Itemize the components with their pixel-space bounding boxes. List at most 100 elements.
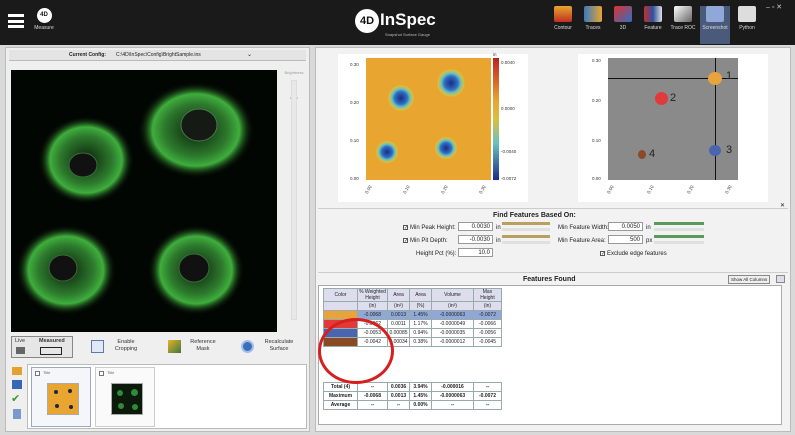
enable-cropping-button[interactable]: Enable Cropping xyxy=(89,336,149,358)
column-header[interactable]: Color xyxy=(323,288,358,302)
table-cell: -0.0000012 xyxy=(431,337,474,347)
minimize-button[interactable]: – xyxy=(766,4,770,11)
open-folder-icon[interactable] xyxy=(12,367,22,375)
table-cell: 0.0011 xyxy=(387,319,410,329)
camera-image[interactable] xyxy=(11,70,277,332)
summary-cell: -- xyxy=(431,400,474,410)
column-header[interactable]: % Weighted Height xyxy=(357,288,388,302)
y-tick: 0.20 xyxy=(350,100,359,105)
thumbnail-2[interactable]: Title xyxy=(95,367,155,427)
x-tick: 0.00 xyxy=(364,184,373,195)
colorbar-unit: in xyxy=(493,52,497,57)
config-bar: Current Config: C:\4D\InSpec\Config\Brig… xyxy=(9,50,306,61)
min-peak-height-field[interactable]: 0.0030 xyxy=(458,222,493,231)
recalculate-icon xyxy=(241,340,254,353)
reference-mask-icon xyxy=(168,340,181,353)
column-header[interactable]: Area xyxy=(387,288,410,302)
live-measured-toggle[interactable]: Live Measured xyxy=(11,336,73,358)
contour-map-svg xyxy=(375,68,466,164)
table-cell: -0.0000063 xyxy=(431,310,474,320)
contour-plot[interactable]: in 0.0040 0.0000 -0.0040 -0.0072 0.30 0.… xyxy=(338,52,528,202)
column-unit: (in) xyxy=(473,301,502,311)
x-tick: 0.10 xyxy=(646,184,655,195)
close-button[interactable]: ✕ xyxy=(776,4,782,11)
min-feature-width-label: Min Feature Width: xyxy=(558,225,609,231)
column-unit xyxy=(323,301,358,311)
recalculate-surface-button[interactable]: Recalculate Surface xyxy=(239,336,303,358)
unit-in-label: in xyxy=(496,238,501,244)
min-pit-depth-checkbox[interactable]: ✓ xyxy=(403,238,408,244)
restore-button[interactable]: ▫ xyxy=(772,4,774,11)
toolbar-contour-button[interactable]: Contour xyxy=(548,6,578,44)
config-dropdown-chevron-icon[interactable]: ⌄ xyxy=(247,51,252,58)
thumbnail-1[interactable]: Title xyxy=(31,367,91,427)
summary-row: Maximum -0.0068 0.0013 1.45% -0.0000063 -0.00… xyxy=(323,391,502,401)
summary-cell: -- xyxy=(357,382,388,392)
toolbar-traces-button[interactable]: Traces xyxy=(578,6,608,44)
video-camera-icon xyxy=(16,347,25,354)
summary-cell: -- xyxy=(357,400,388,410)
table-cell: 1.17% xyxy=(409,319,432,329)
unit-in-label: in xyxy=(496,225,501,231)
reference-mask-button[interactable]: Reference Mask xyxy=(166,336,228,358)
table-cell: -0.0000049 xyxy=(431,319,474,329)
min-feature-area-label: Min Feature Area: xyxy=(558,238,606,244)
y-tick: 0.20 xyxy=(592,98,601,103)
toolbar-python-button[interactable]: Python xyxy=(732,6,762,44)
column-chooser-icon[interactable] xyxy=(776,275,785,283)
min-feature-area-field[interactable]: 500 xyxy=(608,235,643,244)
contour-map xyxy=(366,58,491,180)
toolbar-label: Screenshot xyxy=(702,25,728,31)
file-tools: ✔ xyxy=(11,366,25,428)
summary-cell: -0.0072 xyxy=(473,391,502,401)
thumbnail-2-checkbox[interactable] xyxy=(99,371,104,376)
config-path[interactable]: C:\4D\InSpec\Config\BrightSample.ins xyxy=(116,52,201,58)
brightness-track[interactable] xyxy=(291,80,297,320)
film-strip-icon xyxy=(40,347,62,355)
measure-button[interactable]: 4D Measure xyxy=(32,8,56,40)
min-feature-width-slider[interactable] xyxy=(654,222,704,231)
toolbar-3d-button[interactable]: 3D xyxy=(608,6,638,44)
min-peak-height-slider[interactable] xyxy=(502,222,550,231)
feature-marker-4[interactable] xyxy=(638,150,646,159)
min-feature-area-slider[interactable] xyxy=(654,235,704,244)
thumbnail-1-checkbox[interactable] xyxy=(35,371,40,376)
column-header[interactable]: Volume xyxy=(431,288,474,302)
feature-map-plot[interactable]: 1 2 3 4 0.30 0.20 0.10 0.00 0.00 0.10 0.… xyxy=(578,54,768,202)
toolbar-feature-button[interactable]: Feature xyxy=(638,6,668,44)
min-peak-height-checkbox[interactable]: ✓ xyxy=(403,225,408,231)
cropping-checkbox-icon xyxy=(91,340,104,353)
min-pit-depth-slider[interactable] xyxy=(502,235,550,244)
column-header[interactable]: Max Height xyxy=(473,288,502,302)
feature-map-area: 1 2 3 4 xyxy=(608,58,738,180)
table-cell: 0.38% xyxy=(409,337,432,347)
exclude-edge-label: Exclude edge features xyxy=(607,251,667,257)
summary-cell: -0.000016 xyxy=(431,382,474,392)
x-tick: 0.30 xyxy=(724,184,733,195)
show-all-columns-button[interactable]: Show All Columns xyxy=(728,275,771,284)
brightness-slider[interactable]: Brightness Auto xyxy=(283,70,305,332)
toolbar-trace-roc-button[interactable]: Trace ROC xyxy=(668,6,698,44)
exclude-edge-checkbox[interactable]: ✓ xyxy=(600,251,605,257)
check-icon[interactable]: ✔ xyxy=(11,394,25,405)
feature-marker-3[interactable] xyxy=(709,145,721,156)
measured-label[interactable]: Measured xyxy=(39,338,65,344)
min-feature-width-field[interactable]: 0.0050 xyxy=(608,222,643,231)
feature-marker-2[interactable] xyxy=(655,92,668,105)
table-units-row: (in) (in²) (%) (in³) (in) xyxy=(323,301,502,311)
toolbar-label: Traces xyxy=(585,25,601,31)
feature-marker-1[interactable] xyxy=(708,72,722,85)
features-found-panel: Features Found Show All Columns Color% W… xyxy=(318,272,788,430)
column-header[interactable]: Area xyxy=(409,288,432,302)
top-toolbar: 4D Measure 4D InSpec Snapshot Surface Ga… xyxy=(0,0,795,45)
live-label[interactable]: Live xyxy=(15,338,25,344)
table-cell: 0.0013 xyxy=(387,310,410,320)
toolbar-label: 3D xyxy=(619,25,627,31)
save-icon[interactable] xyxy=(12,380,22,389)
height-pct-field[interactable]: 10.0 xyxy=(458,248,493,257)
trash-icon[interactable] xyxy=(13,409,21,419)
hamburger-menu-icon[interactable] xyxy=(8,14,24,28)
min-pit-depth-field[interactable]: -0.0030 xyxy=(458,235,493,244)
right-panel: in 0.0040 0.0000 -0.0040 -0.0072 0.30 0.… xyxy=(315,47,791,432)
toolbar-screenshot-button[interactable]: Screenshot xyxy=(700,6,730,44)
